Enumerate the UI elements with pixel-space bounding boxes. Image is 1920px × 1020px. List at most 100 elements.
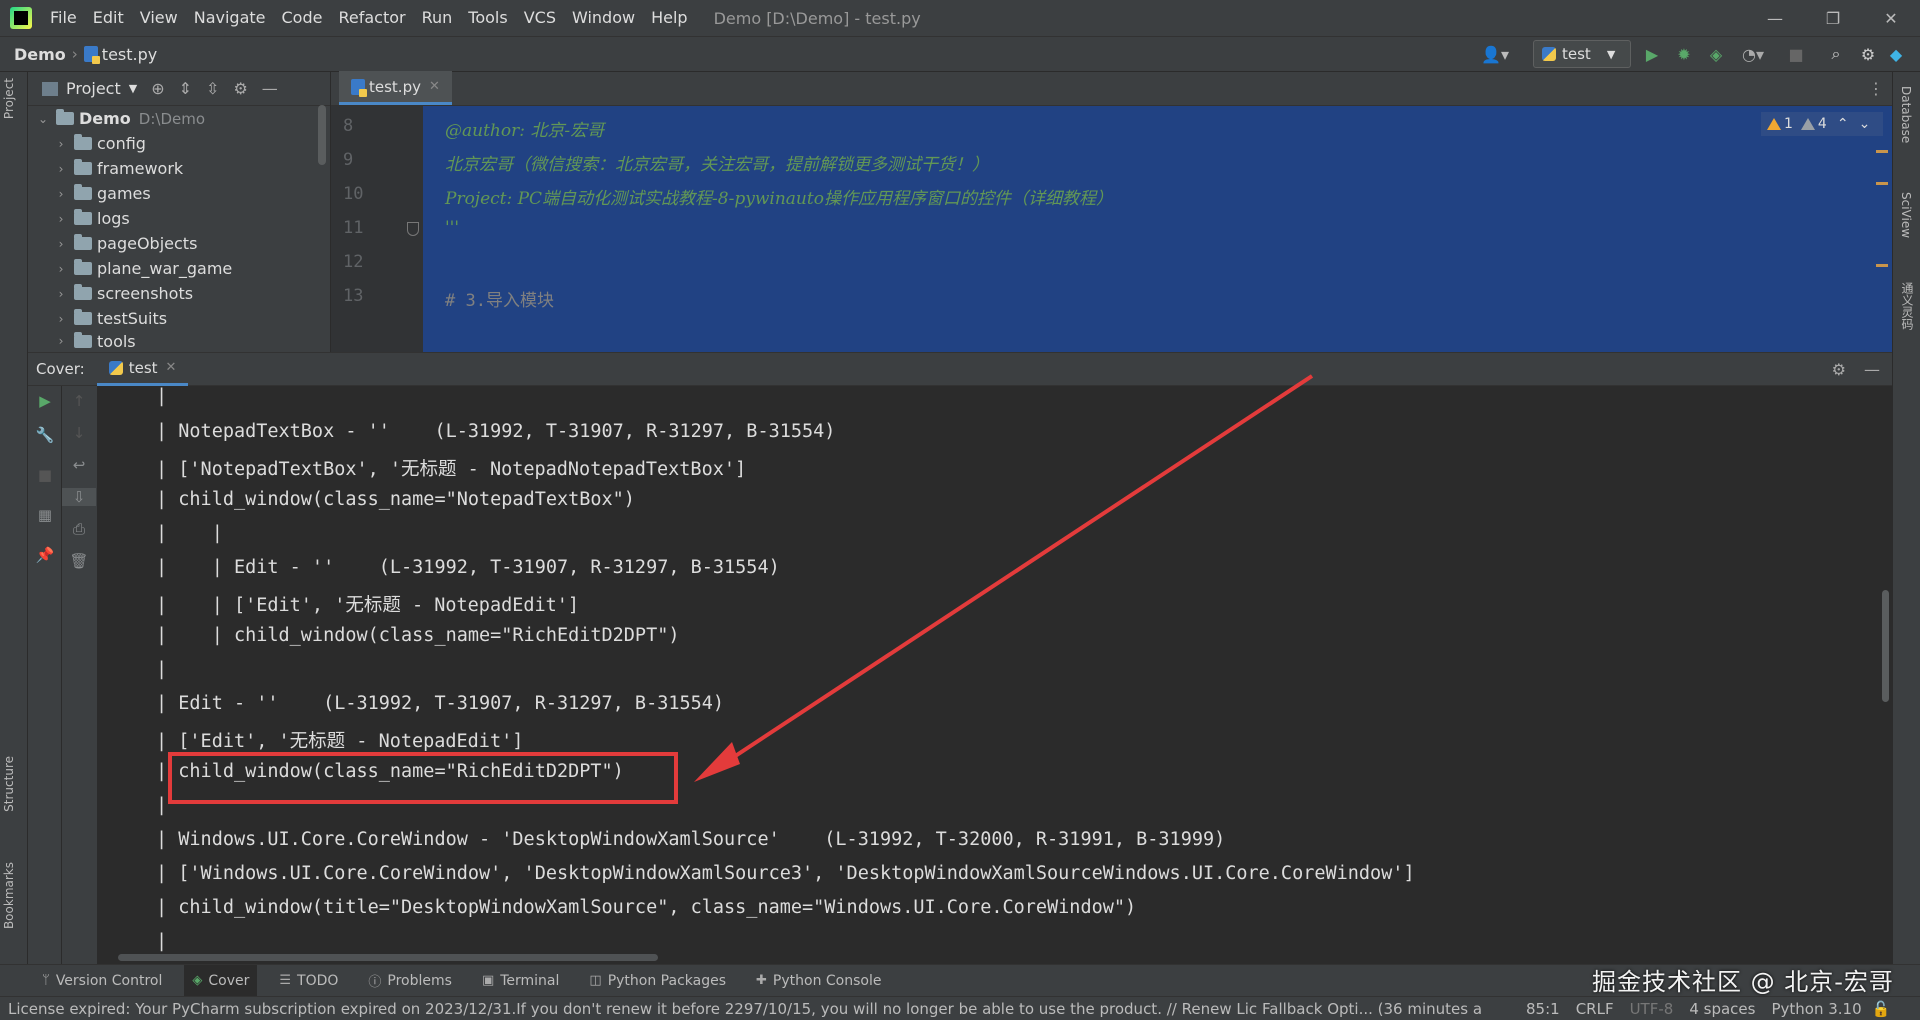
menu-tools[interactable]: Tools <box>460 0 515 36</box>
tab-version-control[interactable]: ᛘ Version Control <box>34 965 170 997</box>
search-icon[interactable]: ⌕ <box>1824 42 1848 66</box>
project-scrollbar[interactable] <box>318 105 326 165</box>
arrow-up-icon[interactable]: ↑ <box>62 392 96 410</box>
bottom-tab-label: Python Packages <box>607 972 727 989</box>
tree-item[interactable]: › testSuits <box>28 306 330 331</box>
code-area[interactable]: @author: 北京-宏哥 北京宏哥（微信搜索：北京宏哥，关注宏哥，提前解锁更… <box>423 106 1892 352</box>
minimize-button[interactable]: — <box>1746 0 1804 36</box>
tree-item[interactable]: › screenshots <box>28 281 330 306</box>
chevron-down-icon[interactable]: ▼ <box>129 82 137 95</box>
fold-marker-icon[interactable] <box>407 222 419 236</box>
menu-code[interactable]: Code <box>274 0 331 36</box>
project-panel-title[interactable]: Project <box>66 79 121 98</box>
restore-button[interactable]: ❐ <box>1804 0 1862 36</box>
status-indent[interactable]: 4 spaces <box>1689 1000 1755 1018</box>
tab-cover-test[interactable]: test ✕ <box>96 352 189 386</box>
chevron-down-icon[interactable]: ⌄ <box>1859 116 1871 132</box>
menu-help[interactable]: Help <box>643 0 695 36</box>
tab-python-packages[interactable]: ◫ Python Packages <box>581 965 734 997</box>
menu-navigate[interactable]: Navigate <box>186 0 274 36</box>
trash-icon[interactable]: 🗑 <box>62 552 96 570</box>
menu-run[interactable]: Run <box>414 0 461 36</box>
menu-refactor[interactable]: Refactor <box>330 0 413 36</box>
pycharm-logo-icon <box>10 7 32 29</box>
menu-window[interactable]: Window <box>564 0 643 36</box>
run-configuration-dropdown[interactable]: test ▼ <box>1533 40 1631 68</box>
gear-icon[interactable]: ⚙ <box>1856 42 1880 66</box>
status-fallback[interactable]: Fallback Opti... (36 minutes ag <box>1262 1000 1482 1018</box>
tree-item[interactable]: › framework <box>28 156 330 181</box>
run-with-coverage-icon[interactable]: ◈ <box>1704 42 1728 66</box>
tool-tab-sciview[interactable]: SciView <box>1899 192 1913 238</box>
status-line-separator[interactable]: CRLF <box>1576 1000 1614 1018</box>
breadcrumb-file[interactable]: test.py <box>83 45 157 64</box>
profile-icon[interactable]: ◔▾ <box>1736 42 1770 66</box>
status-position[interactable]: 85:1 <box>1526 1000 1560 1018</box>
tab-python-console[interactable]: ✚ Python Console <box>748 965 889 997</box>
hide-panel-icon[interactable]: — <box>1864 360 1880 379</box>
tab-terminal[interactable]: ▣ Terminal <box>474 965 567 997</box>
layout-icon[interactable]: ▦ <box>28 506 62 524</box>
status-message[interactable]: License expired: Your PyCharm subscripti… <box>8 1000 1258 1018</box>
gear-icon[interactable]: ⚙ <box>233 79 247 98</box>
rerun-icon[interactable]: ▶ <box>28 392 62 410</box>
tool-tab-project[interactable]: Project <box>2 78 16 119</box>
menu-vcs[interactable]: VCS <box>516 0 564 36</box>
console-line: | Windows.UI.Core.CoreWindow - 'DesktopW… <box>156 829 1226 850</box>
status-interpreter[interactable]: Python 3.10 <box>1771 1000 1861 1018</box>
menu-view[interactable]: View <box>132 0 186 36</box>
menu-edit[interactable]: Edit <box>85 0 132 36</box>
console-vertical-scrollbar[interactable] <box>1882 590 1889 702</box>
tree-item[interactable]: › pageObjects <box>28 231 330 256</box>
tree-item[interactable]: › games <box>28 181 330 206</box>
debug-icon[interactable]: ✹ <box>1672 42 1696 66</box>
close-button[interactable]: ✕ <box>1862 0 1920 36</box>
pin-icon[interactable]: 📌 <box>28 546 62 564</box>
error-stripe-mark[interactable] <box>1876 182 1888 185</box>
tree-root[interactable]: ⌄ Demo D:\Demo <box>28 106 330 131</box>
error-stripe-mark[interactable] <box>1876 150 1888 153</box>
console-horizontal-scrollbar[interactable] <box>118 954 658 961</box>
code-with-me-icon[interactable]: ◆ <box>1884 42 1908 66</box>
tree-item[interactable]: › logs <box>28 206 330 231</box>
chevron-up-icon[interactable]: ⌃ <box>1837 116 1849 132</box>
close-icon[interactable]: ✕ <box>429 79 440 94</box>
print-icon[interactable]: ⎙ <box>62 520 96 538</box>
error-stripe-mark[interactable] <box>1876 264 1888 267</box>
tree-item[interactable]: › tools <box>28 331 330 351</box>
close-icon[interactable]: ✕ <box>166 360 177 375</box>
tree-item[interactable]: › config <box>28 131 330 156</box>
status-encoding[interactable]: UTF-8 <box>1630 1000 1674 1018</box>
collapse-all-icon[interactable]: ⇳ <box>206 79 219 98</box>
tool-tab-extra[interactable]: 通义灵码 <box>1899 282 1916 330</box>
breadcrumb-project[interactable]: Demo <box>14 45 66 64</box>
tab-cover[interactable]: ◈ Cover <box>184 964 258 997</box>
arrow-down-icon[interactable]: ↓ <box>62 424 96 442</box>
tool-tab-structure[interactable]: Structure <box>2 756 16 812</box>
stop-icon[interactable]: ■ <box>1784 42 1808 66</box>
inspection-widget[interactable]: 1 4 ⌃ ⌄ <box>1761 112 1883 136</box>
scroll-to-end-icon[interactable]: ⇩ <box>62 488 96 506</box>
expand-all-icon[interactable]: ⇕ <box>179 79 192 98</box>
hide-panel-icon[interactable]: — <box>262 79 278 98</box>
tab-todo[interactable]: ☰ TODO <box>271 965 346 997</box>
run-toolbar-primary: ▶ 🔧 ■ ▦ 📌 <box>28 386 62 964</box>
tool-tab-database[interactable]: Database <box>1899 86 1913 143</box>
console-line: | <box>156 931 168 952</box>
python-icon <box>1542 47 1556 61</box>
stop-icon[interactable]: ■ <box>28 466 62 484</box>
tool-tab-bookmarks[interactable]: Bookmarks <box>2 862 16 929</box>
locate-file-icon[interactable]: ⊕ <box>151 79 164 98</box>
soft-wrap-icon[interactable]: ↩ <box>62 456 96 474</box>
tab-test-py[interactable]: test.py ✕ <box>339 71 452 105</box>
menu-file[interactable]: File <box>42 0 85 36</box>
more-tabs-icon[interactable]: ⋮ <box>1868 71 1884 105</box>
tree-item[interactable]: › plane_war_game <box>28 256 330 281</box>
user-account-icon[interactable]: 👤▾ <box>1478 42 1512 66</box>
lock-icon[interactable]: 🔓 <box>1872 1000 1891 1018</box>
tree-item-label: config <box>97 134 146 153</box>
gear-icon[interactable]: ⚙ <box>1832 360 1846 379</box>
tab-problems[interactable]: ⓘ Problems <box>360 965 460 997</box>
run-icon[interactable]: ▶ <box>1640 42 1664 66</box>
wrench-icon[interactable]: 🔧 <box>28 426 62 444</box>
